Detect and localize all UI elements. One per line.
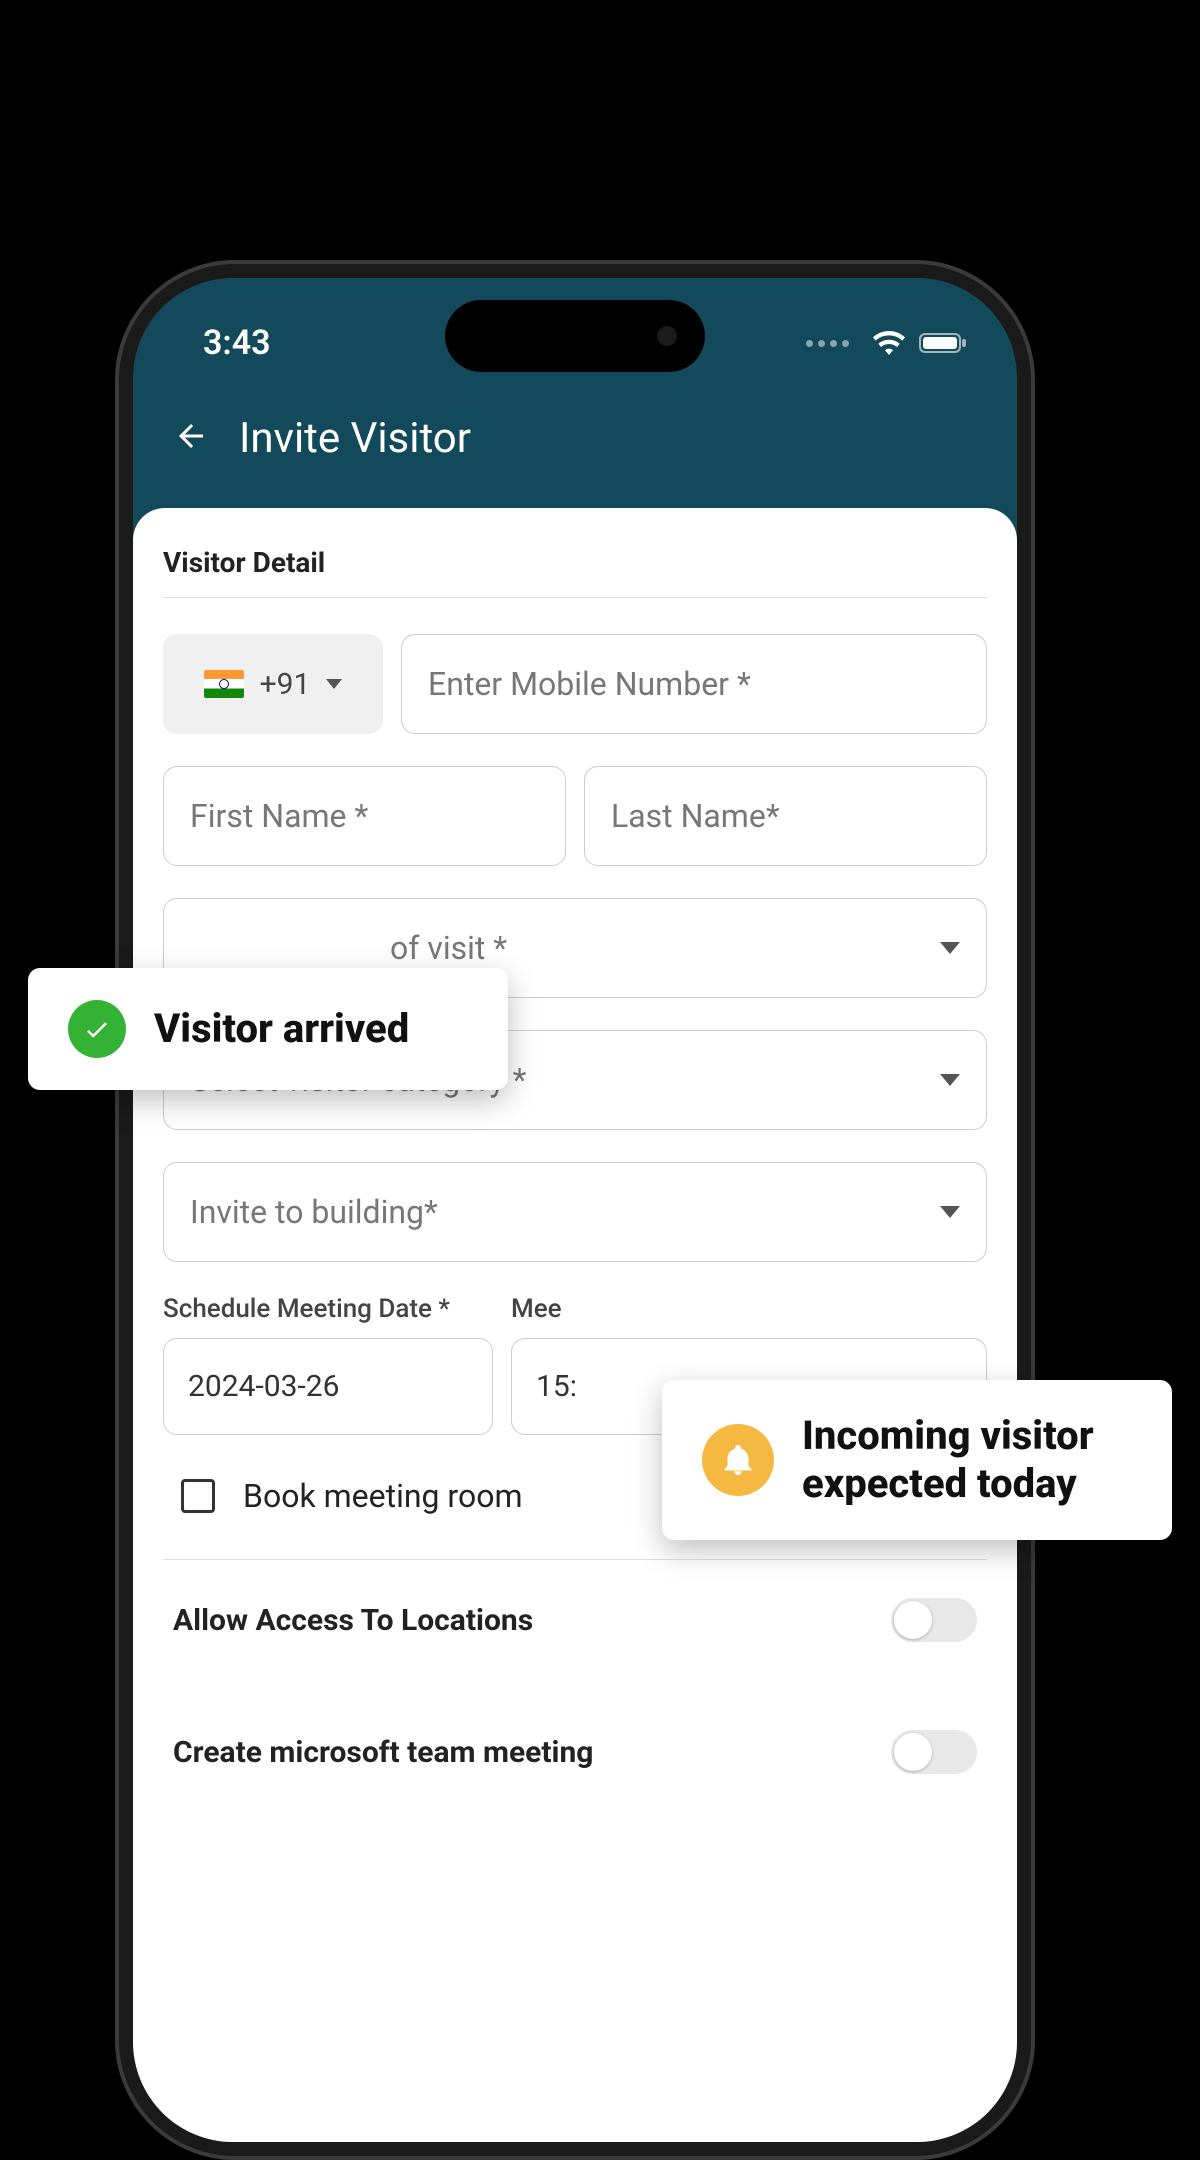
schedule-date-input[interactable]: 2024-03-26 — [163, 1338, 493, 1435]
first-name-input[interactable]: First Name * — [163, 766, 566, 866]
front-camera — [657, 326, 677, 346]
chevron-down-icon — [940, 1206, 960, 1218]
country-code-value: +91 — [260, 667, 311, 702]
create-teams-toggle[interactable] — [891, 1730, 977, 1774]
incoming-visitor-text: Incoming visitor expected today — [802, 1412, 1132, 1508]
incoming-visitor-callout: Incoming visitor expected today — [662, 1380, 1172, 1540]
allow-access-label: Allow Access To Locations — [173, 1603, 533, 1638]
purpose-select-label: of visit * — [190, 929, 507, 967]
section-title: Visitor Detail — [163, 538, 987, 597]
divider — [163, 597, 987, 598]
phone-frame: 3:43 Invite Visitor Visitor Deta — [115, 260, 1035, 2160]
chevron-down-icon — [940, 942, 960, 954]
last-name-input[interactable]: Last Name* — [584, 766, 987, 866]
status-indicators — [806, 311, 967, 355]
building-row: Invite to building* — [163, 1162, 987, 1262]
bell-circle-icon — [702, 1424, 774, 1496]
toggle-knob — [894, 1733, 932, 1771]
allow-access-row: Allow Access To Locations — [163, 1570, 987, 1670]
back-arrow-icon[interactable] — [173, 418, 209, 458]
status-time: 3:43 — [203, 303, 271, 363]
toggle-knob — [894, 1601, 932, 1639]
mobile-number-input[interactable]: Enter Mobile Number * — [401, 634, 987, 734]
india-flag-icon — [204, 670, 244, 698]
check-circle-icon — [68, 1000, 126, 1058]
visitor-arrived-text: Visitor arrived — [154, 1005, 409, 1053]
building-select-label: Invite to building* — [190, 1193, 438, 1231]
book-room-label: Book meeting room — [243, 1477, 523, 1515]
building-select[interactable]: Invite to building* — [163, 1162, 987, 1262]
chevron-down-icon — [326, 679, 342, 689]
content-card: Visitor Detail +91 Enter Mobile Number *… — [133, 508, 1017, 2142]
mobile-row: +91 Enter Mobile Number * — [163, 634, 987, 734]
chevron-down-icon — [940, 1074, 960, 1086]
wifi-icon — [873, 331, 905, 355]
allow-access-toggle[interactable] — [891, 1598, 977, 1642]
phone-screen: 3:43 Invite Visitor Visitor Deta — [133, 278, 1017, 2142]
schedule-date-label: Schedule Meeting Date * — [163, 1294, 493, 1324]
divider — [163, 1559, 987, 1560]
app-bar: Invite Visitor — [133, 388, 1017, 488]
device-notch — [445, 300, 705, 372]
meeting-time-label: Mee — [511, 1294, 987, 1324]
book-room-checkbox[interactable] — [181, 1479, 215, 1513]
country-code-select[interactable]: +91 — [163, 634, 383, 734]
page-dots-icon — [806, 340, 849, 347]
name-row: First Name * Last Name* — [163, 766, 987, 866]
page-title: Invite Visitor — [239, 414, 471, 463]
create-teams-label: Create microsoft team meeting — [173, 1735, 593, 1770]
visitor-arrived-callout: Visitor arrived — [28, 968, 508, 1090]
create-teams-row: Create microsoft team meeting — [163, 1670, 987, 1802]
battery-icon — [919, 331, 967, 355]
